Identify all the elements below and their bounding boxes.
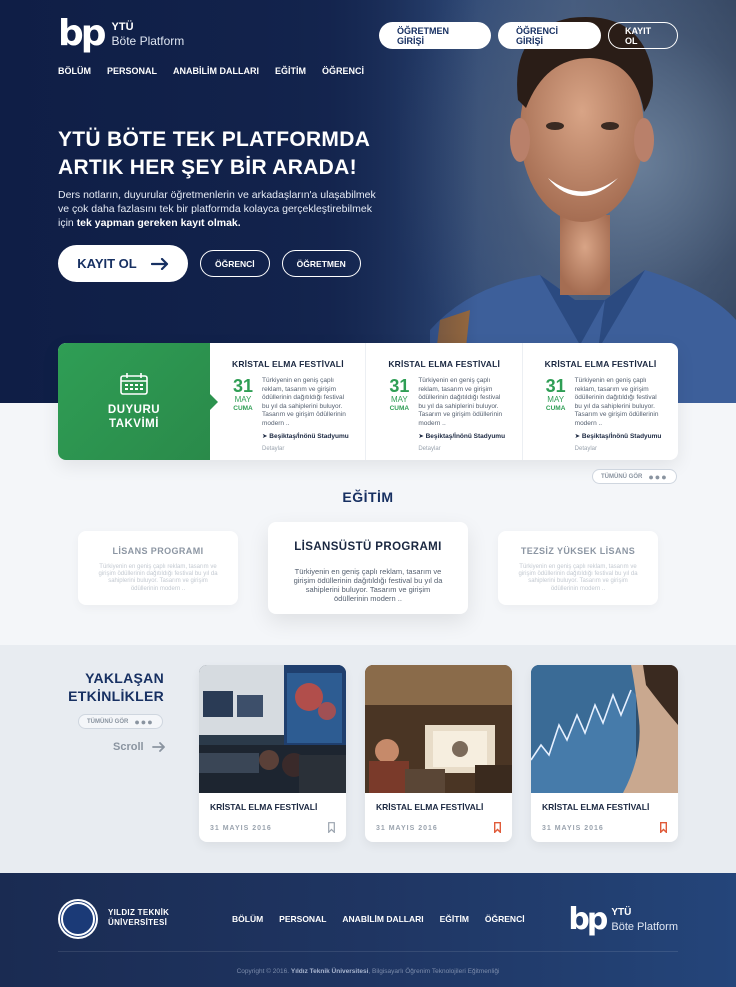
footer-nav-personal[interactable]: PERSONAL xyxy=(279,914,326,924)
bookmark-icon[interactable] xyxy=(328,822,335,833)
details-link[interactable]: Detaylar xyxy=(418,446,511,452)
logo-line2: Böte Platform xyxy=(111,34,185,48)
announcement-calendar: DUYURU TAKVİMİ KRİSTAL ELMA FESTİVALİ 31… xyxy=(58,343,678,460)
hero-register-button[interactable]: KAYIT OL xyxy=(58,245,188,282)
bookmark-icon[interactable] xyxy=(660,822,667,833)
footer-nav-ogrenci[interactable]: ÖĞRENCİ xyxy=(485,914,525,924)
more-dots-icon: ●●● xyxy=(648,471,668,482)
hero-student-button[interactable]: ÖĞRENCİ xyxy=(200,250,270,277)
teacher-login-button[interactable]: ÖĞRETMEN GİRİŞİ xyxy=(379,22,491,49)
event-image xyxy=(199,665,346,793)
location-text: ➤ Beşiktaş/İnönü Stadyumu xyxy=(262,433,349,440)
announcement-item[interactable]: KRİSTAL ELMA FESTİVALİ 31 MAY CUMA Türki… xyxy=(521,343,678,460)
more-dots-icon: ●●● xyxy=(134,716,154,727)
education-title: EĞİTİM xyxy=(342,489,394,505)
scroll-button[interactable]: Scroll xyxy=(113,741,166,753)
announcement-list: KRİSTAL ELMA FESTİVALİ 31 MAY CUMA Türki… xyxy=(210,343,678,460)
announcement-date: 31 MAY CUMA xyxy=(232,376,254,412)
hero-title: YTÜ BÖTE TEK PLATFORMDA ARTIK HER ŞEY Bİ… xyxy=(58,128,371,179)
event-card[interactable]: KRİSTAL ELMA FESTİVALİ 31 MAYIS 2016 xyxy=(531,665,678,842)
announcement-date: 31 MAY CUMA xyxy=(545,376,566,412)
footer-nav: BÖLÜM PERSONAL ANABİLİM DALLARI EĞİTİM Ö… xyxy=(232,914,525,924)
program-card-lisansustu[interactable]: LİSANSÜSTÜ PROGRAMI Türkiyenin en geniş … xyxy=(268,522,468,614)
university-seal-logo[interactable] xyxy=(58,899,98,939)
hero-description: Ders notların, duyurular öğretmenlerin v… xyxy=(58,189,376,229)
event-card[interactable]: KRİSTAL ELMA FESTİVALİ 31 MAYIS 2016 xyxy=(365,665,512,842)
announcement-item[interactable]: KRİSTAL ELMA FESTİVALİ 31 MAY CUMA Türki… xyxy=(365,343,521,460)
arrow-right-icon xyxy=(151,742,165,752)
copyright-text: Copyright © 2016. Yıldız Teknik Üniversi… xyxy=(236,968,500,975)
logo-mark: bp xyxy=(58,13,107,54)
events-see-all-button[interactable]: TÜMÜNÜ GÖR ●●● xyxy=(78,714,163,729)
announcement-header: DUYURU TAKVİMİ xyxy=(58,343,218,460)
header-buttons: ÖĞRETMEN GİRİŞİ ÖĞRENCİ GİRİŞİ KAYIT OL xyxy=(379,22,678,49)
location-text: ➤ Beşiktaş/İnönü Stadyumu xyxy=(418,433,506,440)
announcement-title: DUYURU xyxy=(107,403,161,416)
announcement-date: 31 MAY CUMA xyxy=(389,376,410,412)
hero-buttons: KAYIT OL ÖĞRENCİ ÖĞRETMEN xyxy=(58,245,361,282)
location-arrow-icon: ➤ xyxy=(262,433,268,440)
brand-logo[interactable]: bp YTÜ Böte Platform xyxy=(58,13,185,54)
program-card-tezsiz[interactable]: TEZSİZ YÜKSEK LİSANS Türkiyenin en geniş… xyxy=(498,531,658,605)
student-login-button[interactable]: ÖĞRENCİ GİRİŞİ xyxy=(498,22,601,49)
events-title: YAKLAŞAN ETKİNLİKLER xyxy=(68,670,164,704)
footer-nav-anabilim[interactable]: ANABİLİM DALLARI xyxy=(342,914,423,924)
announcement-item[interactable]: KRİSTAL ELMA FESTİVALİ 31 MAY CUMA Türki… xyxy=(210,343,365,460)
nav-item-bolum[interactable]: BÖLÜM xyxy=(58,66,91,76)
nav-item-personal[interactable]: PERSONAL xyxy=(107,66,157,76)
event-card[interactable]: KRİSTAL ELMA FESTİVALİ 31 MAYIS 2016 xyxy=(199,665,346,842)
footer-brand-logo[interactable]: bp YTÜ Böte Platform xyxy=(568,903,678,937)
footer-nav-bolum[interactable]: BÖLÜM xyxy=(232,914,263,924)
announcements-see-all-button[interactable]: TÜMÜNÜ GÖR ●●● xyxy=(592,469,677,484)
location-text: ➤ Beşiktaş/İnönü Stadyumu xyxy=(574,433,662,440)
nav-item-ogrenci[interactable]: ÖĞRENCİ xyxy=(322,66,364,76)
bookmark-icon[interactable] xyxy=(494,822,501,833)
university-name: YILDIZ TEKNİK ÜNİVERSİTESİ xyxy=(108,908,170,927)
nav-item-anabilim[interactable]: ANABİLİM DALLARI xyxy=(173,66,259,76)
arrow-right-icon xyxy=(150,257,168,270)
event-image xyxy=(365,665,512,793)
program-card-lisans[interactable]: LİSANS PROGRAMI Türkiyenin en geniş çapl… xyxy=(78,531,238,605)
location-arrow-icon: ➤ xyxy=(574,433,581,440)
main-nav: BÖLÜM PERSONAL ANABİLİM DALLARI EĞİTİM Ö… xyxy=(58,66,364,76)
footer: YILDIZ TEKNİK ÜNİVERSİTESİ BÖLÜM PERSONA… xyxy=(0,873,736,987)
calendar-icon xyxy=(120,372,148,395)
hero-teacher-button[interactable]: ÖĞRETMEN xyxy=(281,250,361,277)
event-image xyxy=(531,665,678,793)
nav-item-egitim[interactable]: EĞİTİM xyxy=(275,66,306,76)
logo-line1: YTÜ xyxy=(111,21,134,33)
location-arrow-icon: ➤ xyxy=(418,433,424,440)
details-link[interactable]: Detaylar xyxy=(262,446,355,452)
details-link[interactable]: Detaylar xyxy=(575,446,668,452)
footer-nav-egitim[interactable]: EĞİTİM xyxy=(440,914,469,924)
register-button[interactable]: KAYIT OL xyxy=(608,22,678,49)
